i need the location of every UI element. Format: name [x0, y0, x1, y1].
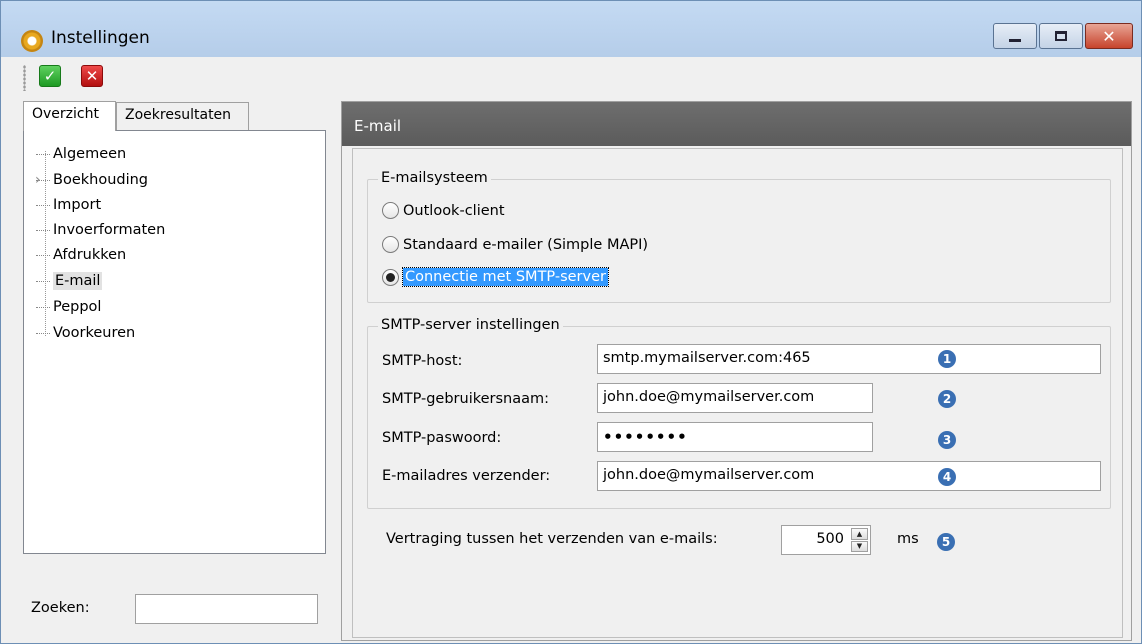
search-label: Zoeken:: [31, 600, 90, 616]
sender-email-label: E-mailadres verzender:: [382, 468, 551, 484]
chevron-right-icon[interactable]: ›: [35, 169, 41, 191]
toolbar-grip[interactable]: [23, 65, 26, 91]
spin-down-icon[interactable]: ▼: [851, 540, 868, 552]
content-box: E-mailsysteem Outlook-client Standaard e…: [352, 148, 1123, 638]
tree-item-voorkeuren[interactable]: Voorkeuren: [36, 322, 135, 344]
tree-item-algemeen[interactable]: Algemeen: [36, 143, 126, 165]
send-delay-value[interactable]: 500: [816, 531, 844, 547]
callout-badge-1: 1: [938, 350, 956, 368]
close-window-button[interactable]: ✕: [1085, 23, 1133, 49]
maximize-icon: [1055, 31, 1067, 41]
toolbar: [1, 57, 1141, 95]
send-delay-stepper[interactable]: 500 ▲ ▼: [781, 525, 871, 555]
close-icon: ✕: [1102, 26, 1116, 46]
search-input[interactable]: [135, 594, 318, 624]
radio-icon[interactable]: [382, 236, 399, 253]
minimize-icon: [1009, 38, 1021, 42]
section-title: E-mail: [342, 102, 1131, 146]
radio-icon[interactable]: [382, 202, 399, 219]
tree-item-email[interactable]: E-mail: [36, 270, 103, 292]
send-delay-unit: ms: [897, 531, 919, 547]
settings-window: Instellingen ✕ ✓ ✕ Overzicht Zoekresulta…: [0, 0, 1142, 644]
smtp-password-label: SMTP-paswoord:: [382, 430, 502, 446]
smtp-host-label: SMTP-host:: [382, 353, 463, 369]
callout-badge-4: 4: [938, 468, 956, 486]
tree-item-invoerformaten[interactable]: Invoerformaten: [36, 219, 165, 241]
radio-simple-mapi[interactable]: Standaard e-mailer (Simple MAPI): [382, 236, 648, 253]
tree-item-import[interactable]: Import: [36, 194, 101, 216]
callout-badge-2: 2: [938, 390, 956, 408]
radio-smtp-server[interactable]: Connectie met SMTP-server: [382, 267, 609, 287]
smtp-settings-group: SMTP-server instellingen SMTP-host: smtp…: [367, 317, 1111, 509]
check-icon: ✓: [43, 67, 57, 85]
smtp-settings-legend: SMTP-server instellingen: [378, 317, 563, 333]
spin-up-icon[interactable]: ▲: [851, 528, 868, 540]
callout-badge-3: 3: [938, 431, 956, 449]
close-icon: ✕: [85, 67, 99, 85]
cancel-button[interactable]: ✕: [81, 65, 103, 87]
radio-outlook-client[interactable]: Outlook-client: [382, 202, 505, 219]
maximize-button[interactable]: [1039, 23, 1083, 49]
sender-email-input[interactable]: john.doe@mymailserver.com: [597, 461, 1101, 491]
smtp-username-input[interactable]: john.doe@mymailserver.com: [597, 383, 873, 413]
tree-item-peppol[interactable]: Peppol: [36, 296, 101, 318]
tree-item-afdrukken[interactable]: Afdrukken: [36, 244, 126, 266]
smtp-username-label: SMTP-gebruikersnaam:: [382, 391, 550, 407]
title-bar[interactable]: Instellingen ✕: [1, 1, 1141, 57]
confirm-button[interactable]: ✓: [39, 65, 61, 87]
window-title: Instellingen: [51, 28, 150, 48]
settings-tree: Algemeen › Boekhouding Import Invoerforma…: [23, 130, 326, 554]
smtp-password-input[interactable]: ••••••••: [597, 422, 873, 452]
tree-item-boekhouding[interactable]: › Boekhouding: [35, 169, 148, 191]
email-system-group: E-mailsysteem Outlook-client Standaard e…: [367, 170, 1111, 303]
minimize-button[interactable]: [993, 23, 1037, 49]
callout-badge-5: 5: [937, 533, 955, 551]
smtp-host-input[interactable]: smtp.mymailserver.com:465: [597, 344, 1101, 374]
app-gear-icon: [21, 30, 43, 52]
tab-overzicht[interactable]: Overzicht: [23, 101, 116, 131]
tab-zoekresultaten[interactable]: Zoekresultaten: [116, 102, 249, 130]
radio-checked-icon[interactable]: [382, 268, 399, 286]
email-settings-panel: E-mail E-mailsysteem Outlook-client Stan…: [341, 101, 1132, 641]
send-delay-label: Vertraging tussen het verzenden van e-ma…: [386, 531, 718, 547]
email-system-legend: E-mailsysteem: [378, 170, 491, 186]
